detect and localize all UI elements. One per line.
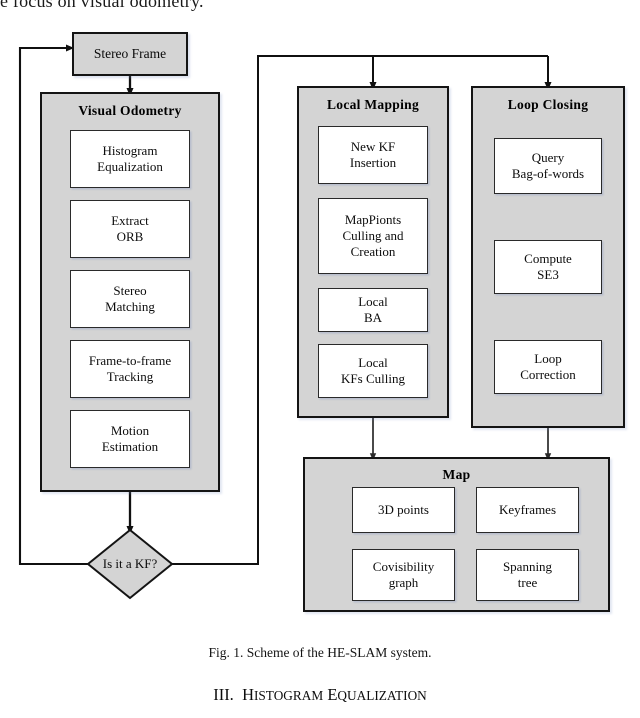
box-keyframes[interactable]: Keyframes [476, 487, 579, 533]
box-covisibility-graph[interactable]: Covisibility graph [352, 549, 455, 601]
node-stereo-frame[interactable]: Stereo Frame [72, 32, 188, 76]
box-compute-se3[interactable]: Compute SE3 [494, 240, 602, 294]
body-text-fragment: e focus on visual odometry. [0, 0, 204, 11]
box-extract-orb-label: Extract ORB [111, 213, 149, 244]
box-loop-correction-label: Loop Correction [520, 351, 576, 382]
box-local-ba-label: Local BA [358, 294, 388, 325]
box-histogram-equalization[interactable]: Histogram Equalization [70, 130, 190, 188]
box-keyframes-label: Keyframes [498, 502, 557, 518]
section-title-equalization-cap: E [327, 685, 338, 704]
figure-caption: Fig. 1. Scheme of the HE-SLAM system. [208, 645, 432, 660]
box-frame-to-frame-tracking[interactable]: Frame-to-frame Tracking [70, 340, 190, 398]
box-spanning-tree[interactable]: Spanning tree [476, 549, 579, 601]
section-title-histogram-cap: H [242, 685, 254, 704]
box-mappoints-culling-and-creation-label: MapPionts Culling and Creation [342, 212, 404, 259]
section-title-histogram-rest: ISTOGRAM [253, 688, 324, 703]
group-visual-odometry-title: Visual Odometry [78, 103, 182, 118]
figure-page: e focus on visual odometry. Stereo Frame… [0, 0, 640, 718]
box-local-kfs-culling-label: Local KFs Culling [341, 355, 405, 386]
box-stereo-matching-label: Stereo Matching [105, 283, 155, 314]
box-local-ba[interactable]: Local BA [318, 288, 428, 332]
box-new-kf-insertion-label: New KF Insertion [349, 139, 397, 170]
box-new-kf-insertion[interactable]: New KF Insertion [318, 126, 428, 184]
box-covisibility-graph-label: Covisibility graph [372, 559, 435, 590]
group-local-mapping-title: Local Mapping [326, 97, 420, 112]
section-heading: III. HISTOGRAM EQUALIZATION [0, 685, 640, 705]
box-histogram-equalization-label: Histogram Equalization [97, 143, 163, 174]
box-local-kfs-culling[interactable]: Local KFs Culling [318, 344, 428, 398]
box-frame-to-frame-tracking-label: Frame-to-frame Tracking [88, 353, 172, 384]
section-number: III. [213, 685, 234, 704]
decision-is-it-a-kf[interactable]: Is it a KF? [88, 530, 172, 598]
box-compute-se3-label: Compute SE3 [524, 251, 572, 282]
box-3d-points[interactable]: 3D points [352, 487, 455, 533]
box-spanning-tree-label: Spanning tree [502, 559, 553, 590]
box-stereo-matching[interactable]: Stereo Matching [70, 270, 190, 328]
section-title-equalization-rest: QUALIZATION [337, 688, 427, 703]
box-mappoints-culling-and-creation[interactable]: MapPionts Culling and Creation [318, 198, 428, 274]
box-query-bag-of-words-label: Query Bag-of-words [511, 150, 585, 181]
box-motion-estimation-label: Motion Estimation [101, 423, 159, 454]
box-3d-points-label: 3D points [378, 502, 429, 518]
box-query-bag-of-words[interactable]: Query Bag-of-words [494, 138, 602, 194]
box-loop-correction[interactable]: Loop Correction [494, 340, 602, 394]
group-loop-closing-title: Loop Closing [507, 97, 589, 112]
group-map-title: Map [442, 467, 471, 482]
box-extract-orb[interactable]: Extract ORB [70, 200, 190, 258]
node-stereo-frame-label: Stereo Frame [93, 46, 167, 61]
box-motion-estimation[interactable]: Motion Estimation [70, 410, 190, 468]
decision-is-it-a-kf-label: Is it a KF? [102, 556, 158, 571]
